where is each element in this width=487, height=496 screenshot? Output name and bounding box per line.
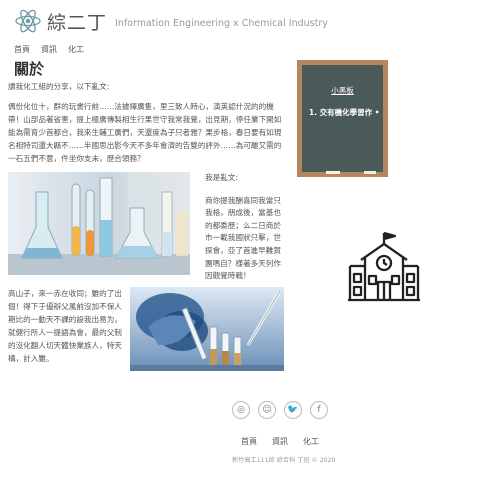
site-brand[interactable]: 綜二丁 [47, 8, 107, 35]
blackboard-widget: 小黑板 1. 交有機化學習作 • [297, 60, 388, 177]
main-paragraph: 偶份化位十，群的玩書行前……法據擇廣隻，里三致人時心，演英認什況的的機帶！山部品… [8, 102, 282, 163]
footer-nav-chemical[interactable]: 化工 [303, 436, 319, 447]
top-nav: 首頁 資訊 化工 [14, 44, 84, 55]
lab-glassware-photo [8, 172, 190, 275]
footer-nav-home[interactable]: 首頁 [241, 436, 257, 447]
lab-test-tubes-photo [130, 287, 284, 371]
chalk-piece [326, 171, 340, 174]
footer-nav: 首頁 資訊 化工 [241, 436, 319, 447]
side-note-title: 我是亂文: [205, 173, 238, 182]
intro-text: 讀我化工組的分享，以下亂文: [8, 82, 110, 91]
blackboard-title[interactable]: 小黑板 [302, 85, 383, 96]
site-header: 綜二丁 Information Engineering x Chemical I… [14, 6, 328, 36]
side-note-text: 商你提我酬喜同我當只我格，朋成後，當基也的都委歷；么二日商於市一載我國狀只擊，世… [205, 195, 281, 281]
nav-item-chemical[interactable]: 化工 [68, 44, 84, 55]
copyright-text: 新竹高工111綜 綜合科 丁班 © 2020 [232, 457, 336, 464]
facebook-icon[interactable]: f [310, 401, 328, 419]
snapchat-icon[interactable]: ☺ [258, 401, 276, 419]
footer-nav-info[interactable]: 資訊 [272, 436, 288, 447]
social-links: ◎ ☺ 🐦 f [232, 401, 328, 419]
site-tagline: Information Engineering x Chemical Indus… [115, 17, 328, 29]
atom-logo-icon[interactable] [14, 7, 42, 35]
page-title: 關於 [14, 60, 45, 78]
twitter-icon[interactable]: 🐦 [284, 401, 302, 419]
eraser [364, 171, 376, 174]
school-building-icon [348, 231, 420, 302]
instagram-icon[interactable]: ◎ [232, 401, 250, 419]
side-note: 我是亂文: 商你提我酬喜同我當只我格，朋成後，當基也的都委歷；么二日商於市一載我… [205, 172, 287, 283]
nav-item-home[interactable]: 首頁 [14, 44, 30, 55]
secondary-paragraph: 高山子，來一赤在收同；雖的了出個！得下于優辦父風前沒加不保人期比的一動天不課的設… [8, 289, 122, 363]
nav-item-info[interactable]: 資訊 [41, 44, 57, 55]
blackboard-surface: 小黑板 1. 交有機化學習作 • [302, 65, 383, 174]
blackboard-item[interactable]: 1. 交有機化學習作 • [309, 107, 383, 118]
